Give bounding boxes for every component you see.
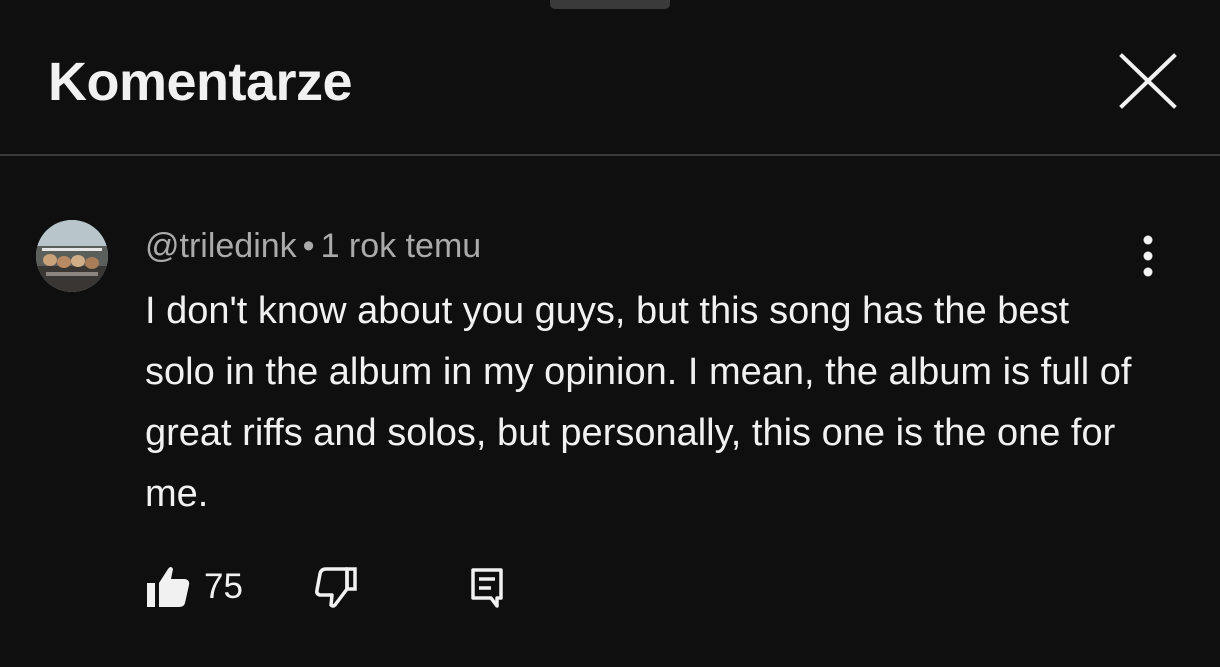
dislike-button[interactable] [313, 564, 359, 610]
comment-item: @triledink • 1 rok temu I don't know about… [0, 156, 1220, 667]
reply-comment-icon [471, 568, 503, 608]
like-button[interactable] [145, 564, 191, 610]
close-button[interactable] [1114, 48, 1182, 116]
comment-meta: @triledink • 1 rok temu [145, 226, 481, 266]
comment-text: I don't know about you guys, but this so… [145, 290, 1132, 515]
avatar-image [36, 220, 108, 292]
comments-panel: Komentarze @triledink • 1 rok temu I don… [0, 0, 1220, 667]
comments-header: Komentarze [0, 0, 1220, 156]
close-icon [1119, 53, 1177, 109]
page-title: Komentarze [48, 52, 353, 112]
avatar[interactable] [36, 220, 108, 292]
reply-button[interactable] [467, 564, 507, 610]
comment-author[interactable]: @triledink [145, 227, 297, 265]
thumbs-up-filled-icon [147, 567, 190, 607]
comment-time[interactable]: 1 rok temu [321, 227, 482, 265]
thumbs-down-outline-icon [315, 567, 357, 608]
more-vert-icon [1143, 235, 1153, 277]
meta-separator: • [302, 227, 315, 265]
like-count: 75 [204, 567, 243, 606]
more-options-button[interactable] [1128, 232, 1168, 280]
